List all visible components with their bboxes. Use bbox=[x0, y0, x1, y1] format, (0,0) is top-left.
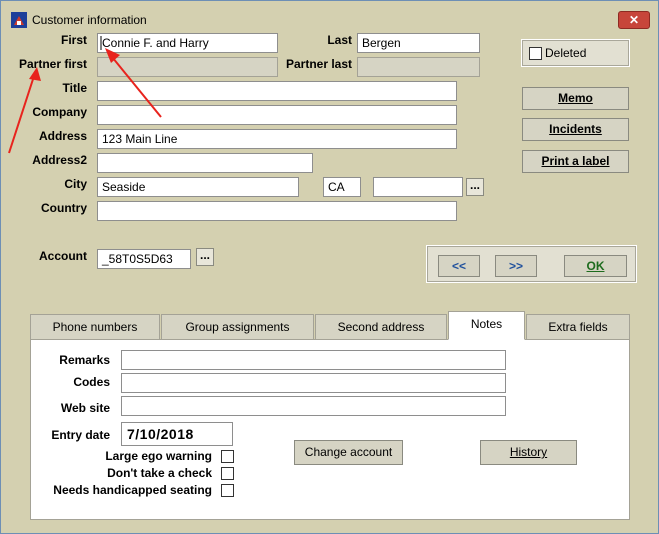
codes-input[interactable] bbox=[121, 373, 506, 393]
history-button[interactable]: History bbox=[480, 440, 577, 465]
tab-phone-numbers[interactable]: Phone numbers bbox=[30, 314, 160, 340]
address2-input[interactable] bbox=[97, 153, 313, 173]
title-bar[interactable]: Customer information ✕ bbox=[1, 1, 658, 31]
dont-take-check-label: Don't take a check bbox=[107, 466, 212, 480]
entry-date-label: Entry date bbox=[51, 428, 110, 442]
company-label: Company bbox=[32, 105, 87, 119]
incidents-button[interactable]: Incidents bbox=[522, 118, 629, 141]
partner-first-label: Partner first bbox=[18, 57, 87, 71]
deleted-checkbox[interactable] bbox=[529, 47, 542, 60]
print-label-button-label: Print a label bbox=[541, 154, 610, 168]
needs-handicapped-seating-checkbox[interactable] bbox=[221, 484, 234, 497]
zip-input[interactable] bbox=[373, 177, 463, 197]
title-label: Title bbox=[62, 81, 87, 95]
app-icon bbox=[11, 12, 27, 28]
zip-lookup-button[interactable]: ... bbox=[466, 178, 484, 196]
city-label: City bbox=[64, 177, 87, 191]
state-input[interactable]: CA bbox=[323, 177, 361, 197]
first-label: First bbox=[60, 33, 87, 47]
deleted-group: Deleted bbox=[521, 39, 630, 67]
large-ego-warning-label: Large ego warning bbox=[105, 449, 212, 463]
notes-tab-panel: Remarks Codes Web site Entry date 7/10/2… bbox=[30, 339, 630, 520]
partner-last-input[interactable] bbox=[357, 57, 480, 77]
city-input[interactable]: Seaside bbox=[97, 177, 299, 197]
website-input[interactable] bbox=[121, 396, 506, 416]
tab-group-assignments[interactable]: Group assignments bbox=[161, 314, 314, 340]
address-input[interactable]: 123 Main Line bbox=[97, 129, 457, 149]
tab-extra-fields[interactable]: Extra fields bbox=[526, 314, 630, 340]
company-input[interactable] bbox=[97, 105, 457, 125]
country-input[interactable] bbox=[97, 201, 457, 221]
last-label: Last bbox=[327, 33, 352, 47]
codes-label: Codes bbox=[73, 375, 110, 389]
country-label: Country bbox=[41, 201, 87, 215]
address-label: Address bbox=[38, 129, 87, 143]
close-button[interactable]: ✕ bbox=[618, 11, 650, 29]
first-name-input[interactable]: Connie F. and Harry bbox=[97, 33, 278, 53]
ok-button[interactable]: OK bbox=[564, 255, 627, 277]
title-input[interactable] bbox=[97, 81, 457, 101]
deleted-label: Deleted bbox=[545, 46, 587, 60]
print-label-button[interactable]: Print a label bbox=[522, 150, 629, 173]
account-lookup-button[interactable]: ... bbox=[196, 248, 214, 266]
partner-first-input[interactable] bbox=[97, 57, 278, 77]
partner-last-label: Partner last bbox=[285, 57, 352, 71]
last-name-input[interactable]: Bergen bbox=[357, 33, 480, 53]
address2-label: Address2 bbox=[32, 153, 87, 167]
customer-information-window: Customer information ✕ First Partner fir… bbox=[0, 0, 659, 534]
large-ego-warning-checkbox[interactable] bbox=[221, 450, 234, 463]
needs-handicapped-seating-label: Needs handicapped seating bbox=[53, 483, 212, 497]
remarks-label: Remarks bbox=[59, 353, 110, 367]
dont-take-check-checkbox[interactable] bbox=[221, 467, 234, 480]
entry-date-input[interactable]: 7/10/2018 bbox=[121, 422, 233, 446]
tab-second-address[interactable]: Second address bbox=[315, 314, 447, 340]
memo-button-label: Memo bbox=[558, 91, 593, 105]
website-label: Web site bbox=[60, 401, 110, 415]
remarks-input[interactable] bbox=[121, 350, 506, 370]
tab-notes[interactable]: Notes bbox=[448, 311, 525, 340]
next-record-button[interactable]: >> bbox=[495, 255, 537, 277]
history-button-label: History bbox=[509, 445, 548, 459]
memo-button[interactable]: Memo bbox=[522, 87, 629, 110]
account-label: Account bbox=[39, 249, 87, 263]
previous-record-button[interactable]: << bbox=[438, 255, 480, 277]
incidents-button-label: Incidents bbox=[549, 122, 602, 136]
navigation-group: << >> OK bbox=[426, 245, 637, 283]
account-input[interactable]: _58T0S5D63 bbox=[97, 249, 191, 269]
window-title: Customer information bbox=[32, 13, 147, 27]
ok-button-label: OK bbox=[586, 259, 605, 273]
change-account-button[interactable]: Change account bbox=[294, 440, 403, 465]
